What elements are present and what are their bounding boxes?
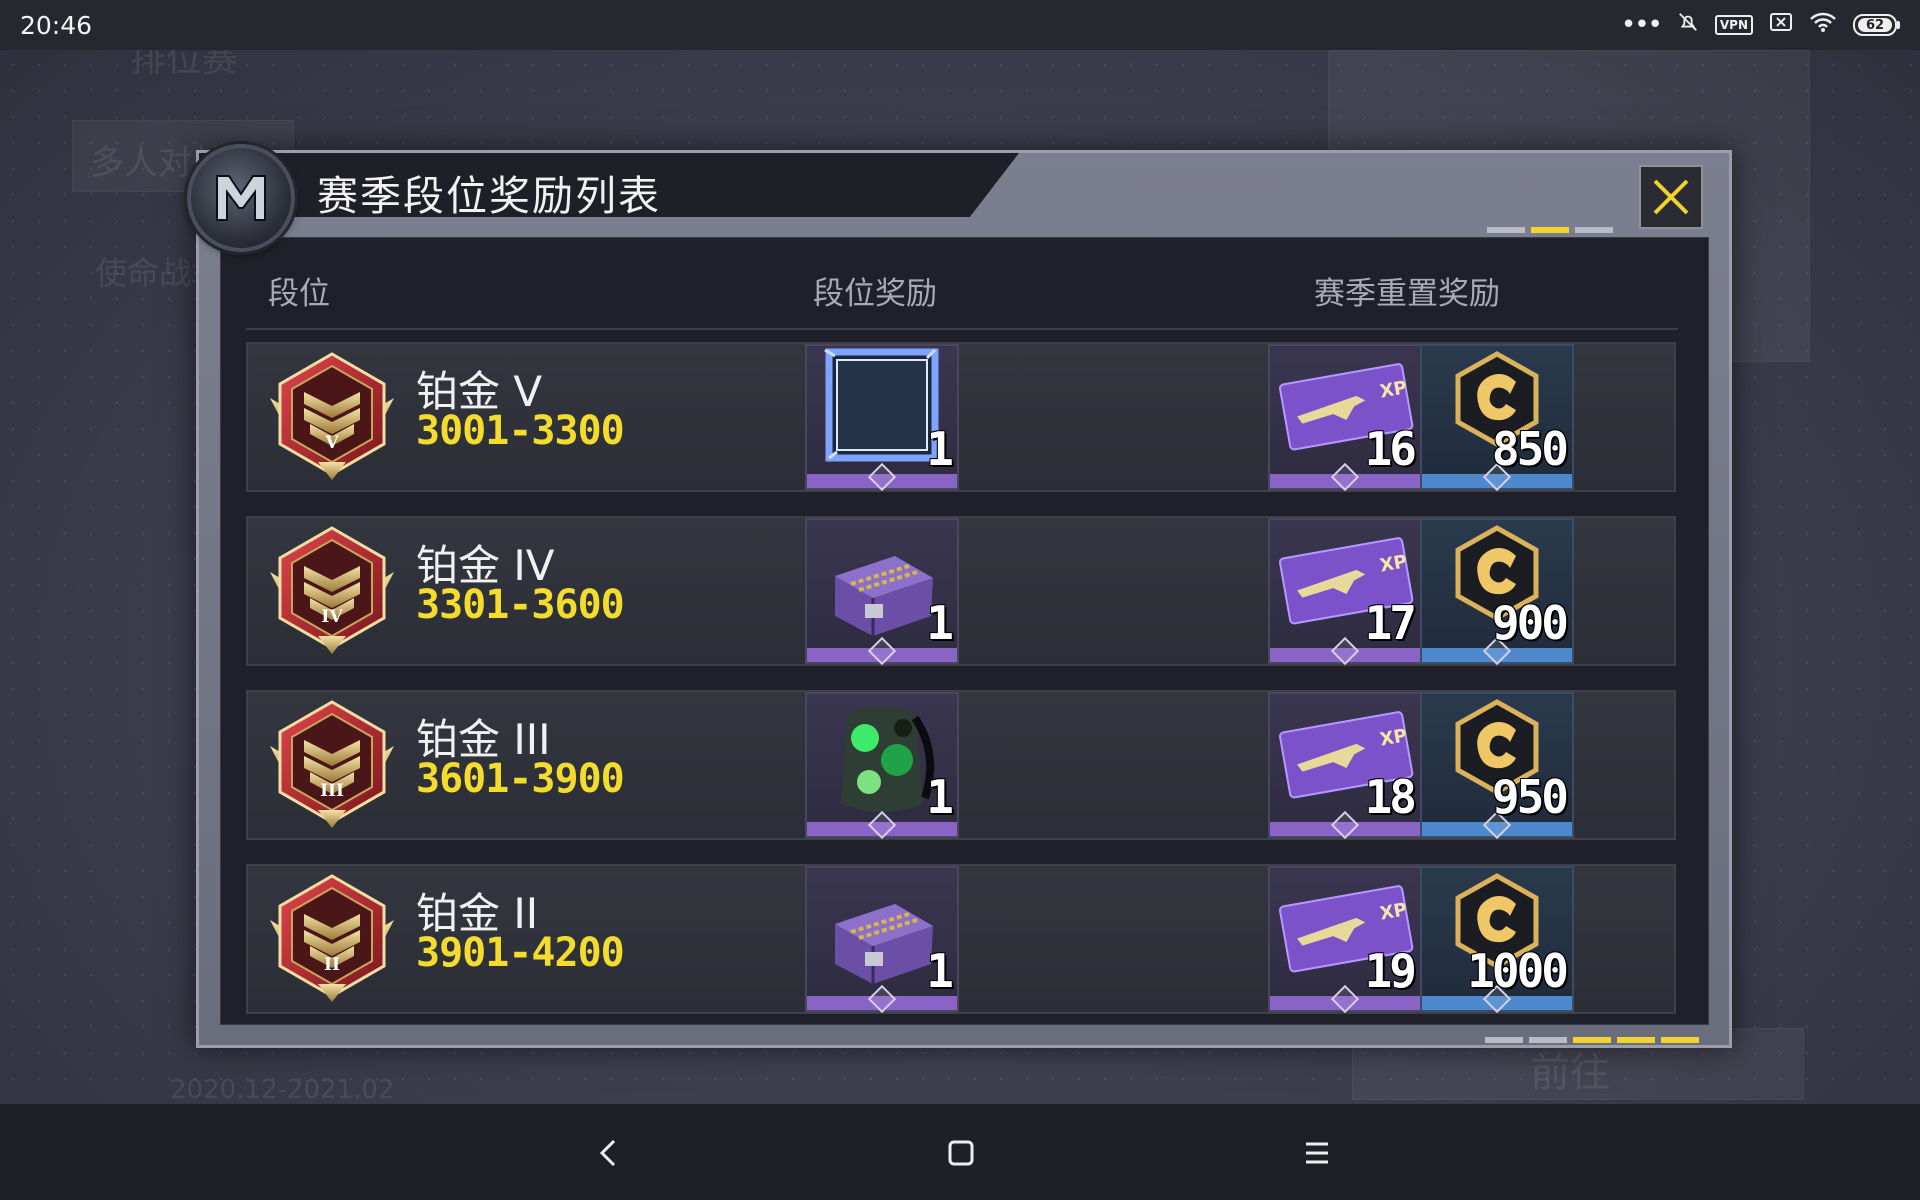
rank-reward-item[interactable]: 1: [805, 518, 959, 666]
page-dot: [1487, 227, 1525, 233]
col-head-rank-reward: 段位奖励: [813, 276, 937, 312]
rank-reward-item[interactable]: 1: [805, 344, 959, 492]
vpn-icon: VPN: [1714, 15, 1753, 35]
page-dot-active: [1531, 227, 1569, 233]
item-quantity: 900: [1491, 596, 1569, 650]
item-quantity: 1: [926, 770, 954, 824]
nav-home-button[interactable]: [936, 1128, 986, 1178]
mute-bell-icon: [1677, 11, 1699, 39]
reset-xp-card-item[interactable]: XP 19: [1268, 866, 1422, 1014]
item-quantity: 17: [1364, 596, 1417, 650]
reset-xp-card-item[interactable]: XP 16: [1268, 344, 1422, 492]
page-dot: [1485, 1037, 1523, 1043]
platinum-rank-emblem-icon: II: [262, 870, 402, 1010]
bg-label-season-dates: 2020.12-2021.02: [170, 1075, 395, 1105]
reset-xp-card-item[interactable]: XP 17: [1268, 518, 1422, 666]
close-button[interactable]: [1639, 165, 1703, 229]
rank-score-range: 3901-4200: [416, 930, 625, 976]
dialog-title: 赛季段位奖励列表: [317, 172, 661, 220]
rank-row: III 铂金 III 3601-3900 1 XP 18 950: [246, 690, 1676, 840]
close-icon: [1653, 179, 1689, 215]
status-time: 20:46: [20, 10, 93, 40]
svg-text:II: II: [324, 955, 340, 975]
page-dot: [1575, 227, 1613, 233]
item-quantity: 1: [926, 596, 954, 650]
battery-icon: 62: [1853, 14, 1900, 36]
back-chevron-icon: [599, 1139, 616, 1167]
sim-x-icon: [1769, 12, 1793, 38]
page-dot-active: [1661, 1037, 1699, 1043]
status-bar: 20:46 ••• VPN 62: [0, 0, 1920, 50]
svg-text:III: III: [320, 781, 344, 801]
item-quantity: 850: [1491, 422, 1569, 476]
reset-credits-item[interactable]: 900: [1420, 518, 1574, 666]
battery-level: 62: [1858, 18, 1892, 33]
col-head-season-reset-reward: 赛季重置奖励: [1314, 276, 1500, 312]
page-dot: [1529, 1037, 1567, 1043]
dialog-header: 赛季段位奖励列表: [187, 144, 1729, 252]
more-dots-icon: •••: [1620, 10, 1663, 40]
rank-score-range: 3301-3600: [416, 582, 625, 628]
bg-label-go: 前往: [1530, 1050, 1610, 1096]
header-page-indicator: [1487, 227, 1613, 233]
platinum-rank-emblem-icon: V: [262, 348, 402, 488]
platinum-rank-emblem-icon: IV: [262, 522, 402, 662]
wifi-icon: [1809, 11, 1837, 39]
item-quantity: 1: [926, 422, 954, 476]
status-icons: ••• VPN 62: [1621, 10, 1900, 40]
rank-score-range: 3001-3300: [416, 408, 625, 454]
home-square-icon: [948, 1140, 974, 1166]
reset-credits-item[interactable]: 950: [1420, 692, 1574, 840]
nav-menu-button[interactable]: [1292, 1128, 1342, 1178]
rank-reward-item[interactable]: 1: [805, 866, 959, 1014]
svg-text:IV: IV: [321, 607, 343, 627]
menu-lines-icon: [1306, 1142, 1328, 1164]
rank-row: II 铂金 II 3901-4200 1 XP 19 1000: [246, 864, 1676, 1014]
game-logo-icon: [187, 144, 295, 252]
season-rank-rewards-dialog: 赛季段位奖励列表 段位 段位奖励 赛季重置奖励 V 铂金 V 3001-3300…: [187, 144, 1732, 1048]
reset-credits-item[interactable]: 850: [1420, 344, 1574, 492]
page-dot-active: [1573, 1037, 1611, 1043]
rank-reward-item[interactable]: 1: [805, 692, 959, 840]
page-dot-active: [1617, 1037, 1655, 1043]
item-quantity: 1: [926, 944, 954, 998]
reset-xp-card-item[interactable]: XP 18: [1268, 692, 1422, 840]
rank-row: IV 铂金 IV 3301-3600 1 XP 17 900: [246, 516, 1676, 666]
col-head-rank: 段位: [268, 276, 330, 312]
reset-credits-item[interactable]: 1000: [1420, 866, 1574, 1014]
rank-row: V 铂金 V 3001-3300 1 XP 16 850: [246, 342, 1676, 492]
svg-text:V: V: [324, 433, 339, 453]
item-quantity: 19: [1364, 944, 1417, 998]
nav-back-button[interactable]: [583, 1128, 633, 1178]
rewards-table: 段位 段位奖励 赛季重置奖励 V 铂金 V 3001-3300 1 XP 16 …: [220, 237, 1709, 1025]
header-divider: [246, 328, 1678, 330]
footer-page-indicator: [1485, 1037, 1699, 1043]
system-nav-bar: [0, 1104, 1920, 1200]
platinum-rank-emblem-icon: III: [262, 696, 402, 836]
item-quantity: 950: [1491, 770, 1569, 824]
item-quantity: 18: [1364, 770, 1417, 824]
rank-score-range: 3601-3900: [416, 756, 625, 802]
item-quantity: 1000: [1467, 944, 1569, 998]
item-quantity: 16: [1364, 422, 1417, 476]
